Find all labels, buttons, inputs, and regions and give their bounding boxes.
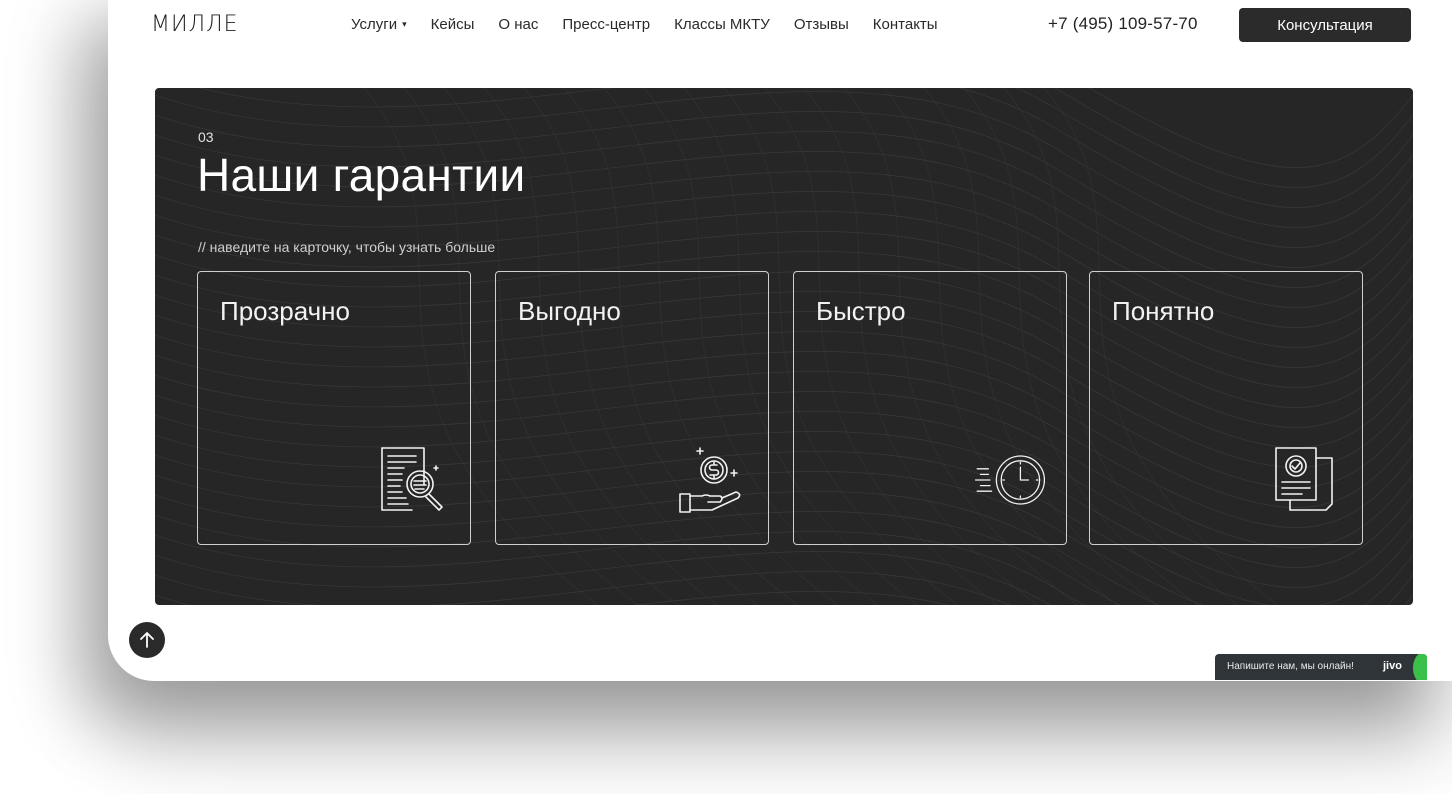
guarantee-card-fast[interactable]: Быстро (793, 271, 1067, 545)
card-title: Прозрачно (220, 296, 350, 326)
checked-documents-icon (1275, 447, 1333, 511)
chat-widget[interactable]: Напишите нам, мы онлайн! jivo (1215, 654, 1427, 680)
section-number: 03 (198, 129, 214, 145)
guarantee-card-clear[interactable]: Понятно (1089, 271, 1363, 545)
guarantee-card-profitable[interactable]: Выгодно (495, 271, 769, 545)
menu-item-services[interactable]: Услуги ▾ (351, 16, 407, 33)
card-title: Понятно (1112, 296, 1215, 326)
phone-link[interactable]: +7 (495) 109-57-70 (1048, 14, 1198, 34)
menu-item-about[interactable]: О нас (498, 16, 538, 33)
card-title: Быстро (816, 296, 906, 326)
chat-widget-text: Напишите нам, мы онлайн! (1227, 661, 1354, 672)
chat-brand-logo: jivo (1383, 660, 1402, 672)
card-title: Выгодно (518, 296, 621, 326)
menu-item-contacts[interactable]: Контакты (873, 16, 938, 33)
logo[interactable]: МИЛЛЕ (151, 12, 239, 37)
menu-item-cases[interactable]: Кейсы (431, 16, 475, 33)
menu-item-mktu[interactable]: Классы МКТУ (674, 16, 770, 33)
consultation-button[interactable]: Консультация (1239, 8, 1411, 42)
document-magnifier-icon (381, 447, 443, 511)
top-navigation: МИЛЛЕ Услуги ▾ Кейсы О нас Пресс-центр Кл… (0, 0, 1452, 50)
guarantees-section: 03 Наши гарантии // наведите на карточку… (155, 88, 1413, 605)
chevron-down-icon: ▾ (402, 19, 407, 29)
guarantee-card-transparent[interactable]: Прозрачно (197, 271, 471, 545)
menu-item-press[interactable]: Пресс-центр (562, 16, 650, 33)
coin-hand-icon (679, 447, 741, 513)
menu-item-label: Услуги (351, 16, 398, 33)
menu-item-reviews[interactable]: Отзывы (794, 16, 849, 33)
main-menu: Услуги ▾ Кейсы О нас Пресс-центр Классы М… (351, 16, 962, 33)
fast-clock-icon (974, 455, 1046, 505)
section-title: Наши гарантии (197, 149, 526, 201)
chat-status-indicator (1413, 654, 1427, 680)
arrow-up-icon (140, 632, 154, 648)
scroll-to-top-button[interactable] (129, 622, 165, 658)
section-hint: // наведите на карточку, чтобы узнать бо… (198, 239, 496, 255)
